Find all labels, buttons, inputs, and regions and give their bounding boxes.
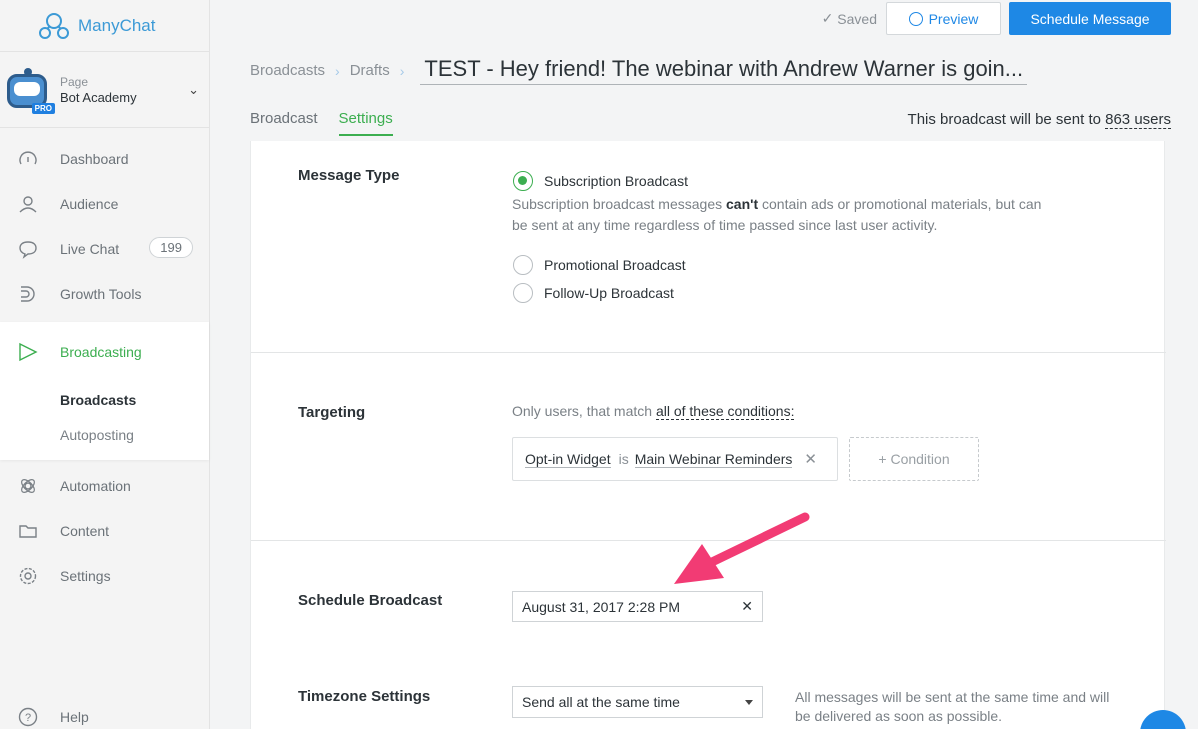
logo[interactable]: ManyChat: [0, 0, 209, 52]
messenger-icon: [908, 11, 923, 26]
radio-follow-up[interactable]: Follow-Up Broadcast: [513, 283, 674, 303]
sidebar-nav-lower: Automation Content Settings: [0, 463, 209, 598]
radio-button[interactable]: [513, 283, 533, 303]
sidebar-item-label: Growth Tools: [60, 285, 142, 302]
saved-label: Saved: [837, 10, 877, 27]
broadcasting-section: Broadcasting Broadcasts Autoposting: [0, 322, 209, 460]
user-icon: [18, 194, 38, 214]
page-label: Page: [60, 74, 89, 89]
sidebar-item-label: Settings: [60, 567, 111, 584]
timezone-note: All messages will be sent at the same ti…: [795, 689, 1110, 724]
radio-label: Subscription Broadcast: [544, 173, 688, 189]
sidebar-item-label: Content: [60, 522, 110, 539]
radio-button[interactable]: [513, 255, 533, 275]
chevron-right-icon: ›: [335, 62, 340, 79]
help-label: Help: [60, 709, 89, 725]
sidebar-item-broadcasting[interactable]: Broadcasting: [0, 322, 209, 382]
chevron-right-icon: ›: [399, 62, 405, 79]
radio-label: Follow-Up Broadcast: [544, 285, 674, 301]
sidebar-item-label: Automation: [60, 477, 131, 494]
schedule-date-value: August 31, 2017 2:28 PM: [522, 598, 680, 615]
clear-icon[interactable]: ✕: [741, 598, 753, 615]
preview-button[interactable]: Preview: [886, 2, 1001, 35]
send-info-prefix: This broadcast will be sent to: [907, 111, 1106, 128]
send-icon: [18, 342, 38, 362]
preview-label: Preview: [928, 10, 979, 27]
tabs: Broadcast Settings: [250, 110, 414, 136]
sidebar-item-label: Live Chat: [60, 240, 120, 257]
growth-tools-icon: [18, 284, 38, 304]
svg-text:?: ?: [25, 712, 31, 724]
conditions-mode-link[interactable]: all of these conditions:: [655, 403, 795, 420]
sidebar-subitem-autoposting[interactable]: Autoposting: [0, 417, 209, 452]
saved-status: ✓ Saved: [822, 10, 877, 27]
radio-button[interactable]: [513, 171, 533, 191]
schedule-date-input[interactable]: August 31, 2017 2:28 PM ✕: [512, 591, 763, 622]
condition-operator: is: [618, 451, 629, 467]
condition-value[interactable]: Main Webinar Reminders: [634, 451, 793, 468]
sidebar-item-live-chat[interactable]: Live Chat 199: [0, 226, 209, 271]
manychat-logo-icon: [39, 12, 69, 39]
send-info: This broadcast will be sent to 863 users: [907, 111, 1171, 129]
avatar: PRO: [7, 67, 55, 114]
add-condition-button[interactable]: + Condition: [849, 437, 979, 481]
radio-label: Promotional Broadcast: [544, 257, 686, 273]
sidebar-subitem-broadcasts[interactable]: Broadcasts: [0, 382, 209, 417]
desc-bold: can't: [726, 196, 759, 212]
broadcast-title[interactable]: TEST - Hey friend! The webinar with Andr…: [420, 56, 1028, 85]
close-icon[interactable]: ✕: [804, 450, 817, 468]
sidebar-item-content[interactable]: Content: [0, 508, 209, 553]
help-icon: ?: [18, 707, 38, 727]
settings-card: Message Type Subscription Broadcast Subs…: [250, 141, 1166, 729]
tab-broadcast[interactable]: Broadcast: [250, 110, 318, 136]
schedule-message-button[interactable]: Schedule Message: [1009, 2, 1171, 35]
check-icon: ✓: [821, 10, 834, 26]
breadcrumb-drafts[interactable]: Drafts: [350, 62, 390, 79]
radio-promotional[interactable]: Promotional Broadcast: [513, 255, 686, 275]
desc-text: Subscription broadcast messages: [512, 196, 726, 212]
breadcrumb: Broadcasts › Drafts › TEST - Hey friend!…: [250, 56, 1028, 85]
message-type-label: Message Type: [298, 167, 400, 184]
live-chat-count-badge: 199: [149, 237, 193, 258]
chevron-down-icon[interactable]: ⌄: [188, 82, 199, 98]
help-link[interactable]: ? Help: [18, 707, 89, 727]
sidebar-item-growth-tools[interactable]: Growth Tools: [0, 271, 209, 316]
tab-settings[interactable]: Settings: [338, 110, 393, 136]
automation-icon: [18, 476, 38, 496]
timezone-select[interactable]: Send all at the same time: [512, 686, 763, 718]
sidebar-item-label: Audience: [60, 195, 119, 212]
chat-icon: [18, 239, 38, 259]
sidebar-nav: Dashboard Audience Live Chat 199 Growth …: [0, 136, 209, 316]
sidebar-item-audience[interactable]: Audience: [0, 181, 209, 226]
sidebar-item-label: Broadcasting: [60, 344, 142, 360]
condition-chip[interactable]: Opt-in Widget is Main Webinar Reminders …: [512, 437, 838, 481]
subscription-description: Subscription broadcast messages can't co…: [512, 194, 1052, 236]
schedule-label: Schedule Broadcast: [298, 592, 443, 609]
top-actions: ✓ Saved Preview Schedule Message: [822, 2, 1171, 35]
users-count-link[interactable]: 863 users: [1105, 111, 1171, 129]
caret-down-icon: [745, 699, 753, 705]
condition-field[interactable]: Opt-in Widget: [525, 451, 611, 468]
app-name: ManyChat: [78, 15, 156, 35]
timezone-selected: Send all at the same time: [522, 694, 680, 710]
sidebar-item-dashboard[interactable]: Dashboard: [0, 136, 209, 181]
breadcrumb-broadcasts[interactable]: Broadcasts: [250, 62, 325, 79]
targeting-text: Only users, that match all of these cond…: [512, 403, 795, 420]
message-type-section: Message Type Subscription Broadcast Subs…: [251, 141, 1166, 353]
folder-icon: [18, 521, 38, 541]
sidebar-item-settings[interactable]: Settings: [0, 553, 209, 598]
timezone-label: Timezone Settings: [298, 688, 431, 705]
pro-badge: PRO: [31, 102, 55, 114]
sidebar: ManyChat PRO Page Bot Academy ⌄ Dashboar…: [0, 0, 210, 729]
radio-subscription[interactable]: Subscription Broadcast: [513, 171, 688, 191]
gear-icon: [18, 566, 38, 586]
main-area: ✓ Saved Preview Schedule Message Broadca…: [210, 0, 1198, 729]
targeting-label: Targeting: [298, 404, 366, 421]
sidebar-item-label: Dashboard: [60, 150, 129, 167]
page-name: Bot Academy: [60, 89, 137, 105]
page-switcher[interactable]: PRO Page Bot Academy ⌄: [0, 52, 209, 128]
sidebar-item-automation[interactable]: Automation: [0, 463, 209, 508]
targeting-prefix: Only users, that match: [512, 403, 656, 419]
dashboard-icon: [18, 149, 38, 169]
